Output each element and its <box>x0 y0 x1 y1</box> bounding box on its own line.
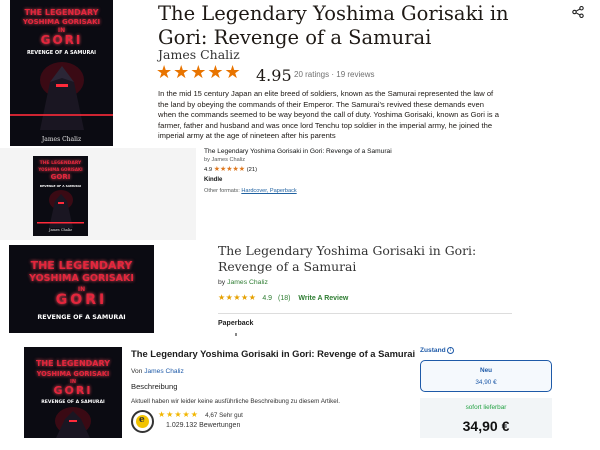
info-icon[interactable]: i <box>447 347 454 354</box>
author-link[interactable]: James Chaliz <box>227 279 268 286</box>
cover-title-line1: THE LEGENDARY <box>39 161 82 166</box>
book-cover-square[interactable]: THE LEGENDARY YOSHIMA GORISAKI IN GORI R… <box>24 347 122 438</box>
author-line: by James Chaliz <box>218 279 268 286</box>
trusted-shops-badge-icon[interactable]: e <box>131 410 154 433</box>
shop-rating-stars: ★★★★★ <box>158 410 199 419</box>
average-rating: 4.95 <box>256 66 292 85</box>
rating-stars: ★★★★★ <box>213 166 246 173</box>
cover-subtitle: REVENGE OF A SAMURAI <box>26 50 97 56</box>
result-rating[interactable]: 4.9 ★★★★★ (21) <box>204 165 257 173</box>
buy-box: sofort lieferbar 34,90 € <box>420 398 552 438</box>
divider <box>218 313 512 314</box>
description-heading: Beschreibung <box>131 382 178 391</box>
author-link[interactable]: James Chaliz <box>144 368 184 375</box>
shop-rating-value: 4,67 Sehr gut <box>205 412 243 419</box>
book-description: In the mid 15 century Japan an elite bre… <box>158 89 499 141</box>
book-title: The Legendary Yoshima Gorisaki in Gori: … <box>158 2 509 49</box>
von-prefix: Von <box>131 368 143 375</box>
badge-letter: e <box>139 415 145 425</box>
format-label[interactable]: Paperback <box>218 320 253 327</box>
write-review-link[interactable]: Write A Review <box>298 295 348 302</box>
cover-title-line4: GORI <box>40 33 83 47</box>
cover-title-line2: YOSHIMA GORISAKI <box>38 167 83 172</box>
book-cover-image-small[interactable]: THE LEGENDARY YOSHIMA GORISAKI GORI REVE… <box>33 156 88 236</box>
shop-reviews-count[interactable]: 1.029.132 Bewertungen <box>166 422 240 429</box>
condition-option-new[interactable]: Neu 34,90 € <box>420 360 552 392</box>
samurai-illustration <box>37 190 84 228</box>
book-cover-image[interactable]: THE LEGENDARY YOSHIMA GORISAKI IN GORI R… <box>10 0 113 146</box>
samurai-illustration <box>55 407 91 438</box>
cover-title-line2: YOSHIMA GORISAKI <box>29 273 134 284</box>
cover-title-line1: THE LEGENDARY <box>24 8 99 17</box>
rating-stars: ★★★★★ <box>218 293 257 302</box>
option-price: 34,90 € <box>475 379 497 386</box>
goodreads-panel: THE LEGENDARY YOSHIMA GORISAKI IN GORI R… <box>0 0 600 148</box>
rating-value: 4.9 <box>204 167 213 173</box>
other-formats-label: Other formats: <box>204 188 240 194</box>
result-title[interactable]: The Legendary Yoshima Gorisaki in Gori: … <box>204 148 392 155</box>
cover-title-line2: YOSHIMA GORISAKI <box>22 18 101 26</box>
option-name: Neu <box>479 367 493 374</box>
rating-row: ★★★★★ 4.9 (18) Write A Review <box>218 293 348 302</box>
format-indicator <box>235 333 237 336</box>
amazon-result-image-area: THE LEGENDARY YOSHIMA GORISAKI GORI REVE… <box>0 148 196 240</box>
samurai-illustration <box>10 62 113 130</box>
rating-stars[interactable]: ★★★★★ <box>156 62 242 83</box>
by-prefix: by <box>218 279 226 286</box>
author-link[interactable]: James Chaliz <box>158 47 240 62</box>
rating-count[interactable]: (18) <box>278 295 290 302</box>
availability-status: sofort lieferbar <box>465 404 507 411</box>
condition-label: Zustand <box>420 347 446 354</box>
rating-value: 4.9 <box>262 295 273 302</box>
cover-subtitle: REVENGE OF A SAMURAI <box>37 313 126 321</box>
book-title: The Legendary Yoshima Gorisaki in Gori: … <box>218 243 477 274</box>
format-label[interactable]: Kindle <box>204 177 222 183</box>
cover-author: James Chaliz <box>41 136 82 143</box>
cover-title-line4: GORI <box>50 173 71 181</box>
book-cover-banner[interactable]: THE LEGENDARY YOSHIMA GORISAKI IN GORI R… <box>9 245 154 333</box>
cover-title-line1: THE LEGENDARY <box>30 259 133 272</box>
other-formats: Other formats: Hardcover, Paperback <box>204 188 297 194</box>
other-formats-link[interactable]: Hardcover, Paperback <box>241 188 296 194</box>
book-title: The Legendary Yoshima Gorisaki in Gori: … <box>131 348 416 359</box>
ratings-reviews-count[interactable]: 20 ratings · 19 reviews <box>294 70 374 79</box>
author-line: Von James Chaliz <box>131 368 184 375</box>
price: 34,90 € <box>462 418 510 434</box>
description-text: Aktuell haben wir leider keine ausführli… <box>131 398 340 405</box>
result-author: by James Chaliz <box>204 157 246 163</box>
rating-count: (21) <box>246 167 258 173</box>
cover-author: James Chaliz <box>49 228 72 232</box>
cover-title-line2: YOSHIMA GORISAKI <box>36 370 110 378</box>
cover-title-line4: GORI <box>53 384 93 397</box>
share-icon[interactable] <box>572 6 584 18</box>
cover-title-line1: THE LEGENDARY <box>35 359 111 368</box>
cover-title-line4: GORI <box>55 292 108 308</box>
shop-rating: ★★★★★ 4,67 Sehr gut <box>158 410 243 419</box>
